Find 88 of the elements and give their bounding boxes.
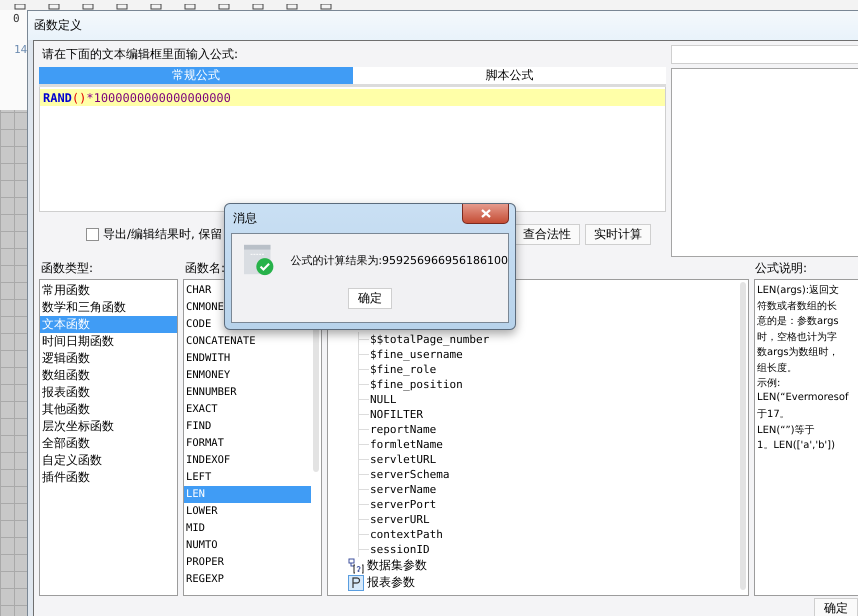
tree-item[interactable]: $fine_position	[370, 378, 463, 391]
tree-item[interactable]: NOFILTER	[370, 408, 423, 421]
list-item[interactable]: CONCATENATE	[184, 333, 311, 350]
list-item[interactable]: 数组函数	[40, 367, 177, 384]
list-item[interactable]: PROPER	[184, 554, 311, 571]
list-label: 函数类型:	[40, 260, 94, 277]
checkbox-label: 导出/编辑结果时, 保留	[103, 226, 223, 243]
list-item[interactable]: 其他函数	[40, 401, 177, 418]
tree-item[interactable]: $fine_role	[370, 363, 436, 376]
dialog-title: 消息	[232, 210, 257, 227]
description-text: 于17。	[757, 408, 791, 422]
dataset-icon	[348, 558, 364, 574]
description-text: 示例:	[757, 377, 782, 391]
parameter-icon	[348, 574, 364, 590]
list-item[interactable]: EXACT	[184, 401, 311, 418]
action-button[interactable]: 实时计算	[585, 224, 651, 245]
list-item[interactable]: LOWER	[184, 503, 311, 520]
formula-editor[interactable]: RAND()*1000000000000000000	[39, 87, 666, 212]
ruler-label: 0	[13, 12, 20, 25]
tree-item[interactable]: NULL	[370, 393, 396, 406]
close-button[interactable]	[462, 204, 509, 224]
list-item[interactable]: ENMONEY	[184, 367, 311, 384]
list-label: 公式说明:	[754, 260, 808, 277]
tree-item[interactable]: $fine_username	[370, 348, 463, 361]
tree-item[interactable]: serverSchema	[370, 468, 450, 481]
list-item[interactable]: 常用函数	[40, 282, 177, 299]
list-item[interactable]: 全部函数	[40, 435, 177, 452]
list-item[interactable]: 自定义函数	[40, 452, 177, 469]
success-icon	[244, 244, 274, 276]
list-item[interactable]: 逻辑函数	[40, 350, 177, 367]
tree-item[interactable]: 数据集参数	[367, 557, 427, 574]
tree-item[interactable]: $$totalPage_number	[370, 333, 490, 346]
description-text: LEN(args):返回文	[757, 284, 840, 298]
tree-item[interactable]: servletURL	[370, 453, 436, 466]
formula-tab[interactable]: 脚本公式	[352, 67, 666, 84]
confirm-button[interactable]: 确定	[348, 288, 392, 309]
tree-item[interactable]: serverName	[370, 483, 436, 496]
formula-text: RAND()*1000000000000000000	[40, 89, 665, 106]
list-item[interactable]: INDEXOF	[184, 452, 311, 469]
list-item[interactable]: 数学和三角函数	[40, 299, 177, 316]
list-item[interactable]: REGEXP	[184, 571, 311, 588]
list-item[interactable]: MID	[184, 520, 311, 537]
scrollbar[interactable]	[740, 282, 746, 590]
list-item[interactable]: FIND	[184, 418, 311, 435]
toolbar-icon[interactable]	[218, 4, 230, 10]
description-text: 意的是：参数args	[757, 314, 840, 329]
window-title: 函数定义	[34, 17, 82, 34]
description-text: 数args为数组时，	[757, 346, 840, 360]
list-item[interactable]: 插件函数	[40, 469, 177, 486]
toolbar-icon[interactable]	[82, 4, 94, 10]
tree-item[interactable]: contextPath	[370, 528, 443, 541]
description-text: LEN(“Evermoresof	[757, 392, 850, 404]
result-message: 公式的计算结果为:959256966956186100	[290, 252, 508, 268]
search-field[interactable]	[671, 45, 858, 64]
checkbox[interactable]	[86, 228, 99, 241]
toolbar-icon[interactable]	[150, 4, 162, 10]
list-item[interactable]: FORMAT	[184, 435, 311, 452]
toolbar-icon[interactable]	[184, 4, 196, 10]
list-item[interactable]: 报表函数	[40, 384, 177, 401]
toolbar-icon[interactable]	[320, 4, 332, 10]
toolbar-icon[interactable]	[14, 4, 26, 10]
description-text: LEN(“”)等于	[757, 424, 816, 438]
tree-item[interactable]: serverURL	[370, 513, 430, 526]
list-item[interactable]: NUMTO	[184, 537, 311, 554]
description-text: 组长度。	[757, 362, 798, 376]
instruction-text: 请在下面的文本编辑框里面输入公式:	[41, 46, 240, 62]
tree-item[interactable]: reportName	[370, 423, 436, 436]
tree-item[interactable]: sessionID	[370, 543, 430, 556]
list-item[interactable]: 时间日期函数	[40, 333, 177, 350]
description-text: 时，空格也计为字	[757, 330, 838, 344]
description-text: 符数或者数组的长	[757, 300, 838, 314]
close-icon	[480, 209, 490, 218]
toolbar-icon[interactable]	[48, 4, 60, 10]
ok-button[interactable]: 确定	[814, 598, 858, 616]
list-label: 函数名:	[184, 260, 226, 277]
tree-item[interactable]: serverPort	[370, 498, 436, 511]
list-item[interactable]: LEFT	[184, 469, 311, 486]
list-item[interactable]: 层次坐标函数	[40, 418, 177, 435]
ruler-label: 14	[14, 43, 28, 56]
action-button[interactable]: 查合法性	[514, 224, 580, 245]
tree-item[interactable]: formletName	[370, 438, 443, 451]
toolbar-icon[interactable]	[116, 4, 128, 10]
list-item[interactable]: ENDWITH	[184, 350, 311, 367]
tree-item[interactable]: 报表参数	[367, 574, 415, 591]
description-text: 1。LEN(['a','b'])	[757, 439, 836, 453]
toolbar-icon[interactable]	[286, 4, 298, 10]
toolbar-icon[interactable]	[252, 4, 264, 10]
list-item[interactable]: ENNUMBER	[184, 384, 311, 401]
